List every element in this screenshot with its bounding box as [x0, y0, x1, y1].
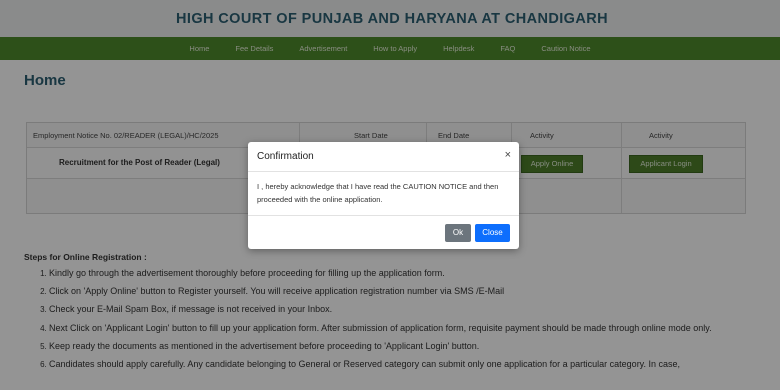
close-icon[interactable]: × [505, 149, 511, 161]
dialog-footer: Ok Close [248, 215, 519, 250]
close-button[interactable]: Close [475, 224, 510, 242]
dialog-header: Confirmation × [248, 142, 519, 172]
confirmation-dialog: Confirmation × I , hereby acknowledge th… [248, 142, 519, 249]
dialog-title: Confirmation [257, 151, 314, 162]
dialog-message: I , hereby acknowledge that I have read … [257, 182, 499, 204]
ok-button[interactable]: Ok [445, 224, 471, 242]
